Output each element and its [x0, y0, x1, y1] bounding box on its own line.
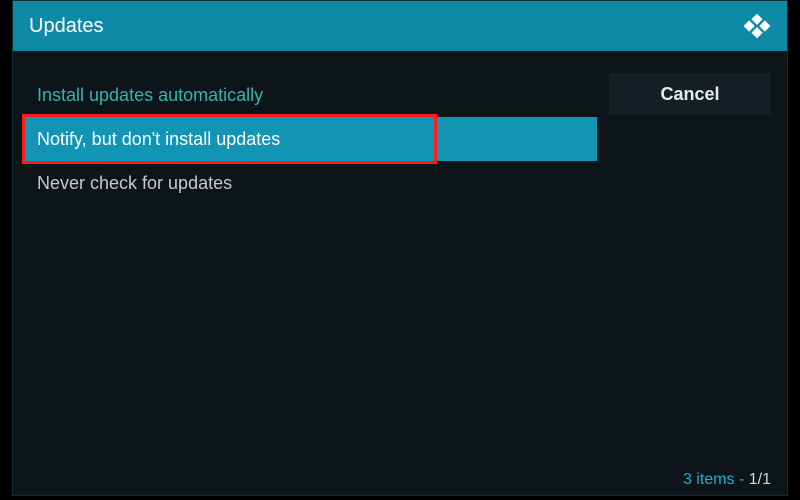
updates-dialog: Updates Install updates automatically No… [12, 0, 788, 496]
cancel-button[interactable]: Cancel [609, 73, 771, 115]
option-notify-only[interactable]: Notify, but don't install updates [23, 117, 597, 161]
option-install-automatically[interactable]: Install updates automatically [23, 73, 597, 117]
item-count: 3 items [683, 471, 735, 488]
dialog-body: Install updates automatically Notify, bu… [13, 51, 787, 465]
side-panel: Cancel [609, 73, 771, 465]
footer-separator: - [735, 471, 749, 488]
page-indicator: 1/1 [749, 471, 771, 488]
footer-status: 3 items - 1/1 [683, 471, 771, 489]
dialog-title: Updates [29, 15, 104, 38]
dialog-header: Updates [13, 1, 787, 51]
kodi-logo-icon [743, 12, 771, 40]
option-never-check[interactable]: Never check for updates [23, 161, 597, 205]
options-list: Install updates automatically Notify, bu… [23, 73, 597, 465]
